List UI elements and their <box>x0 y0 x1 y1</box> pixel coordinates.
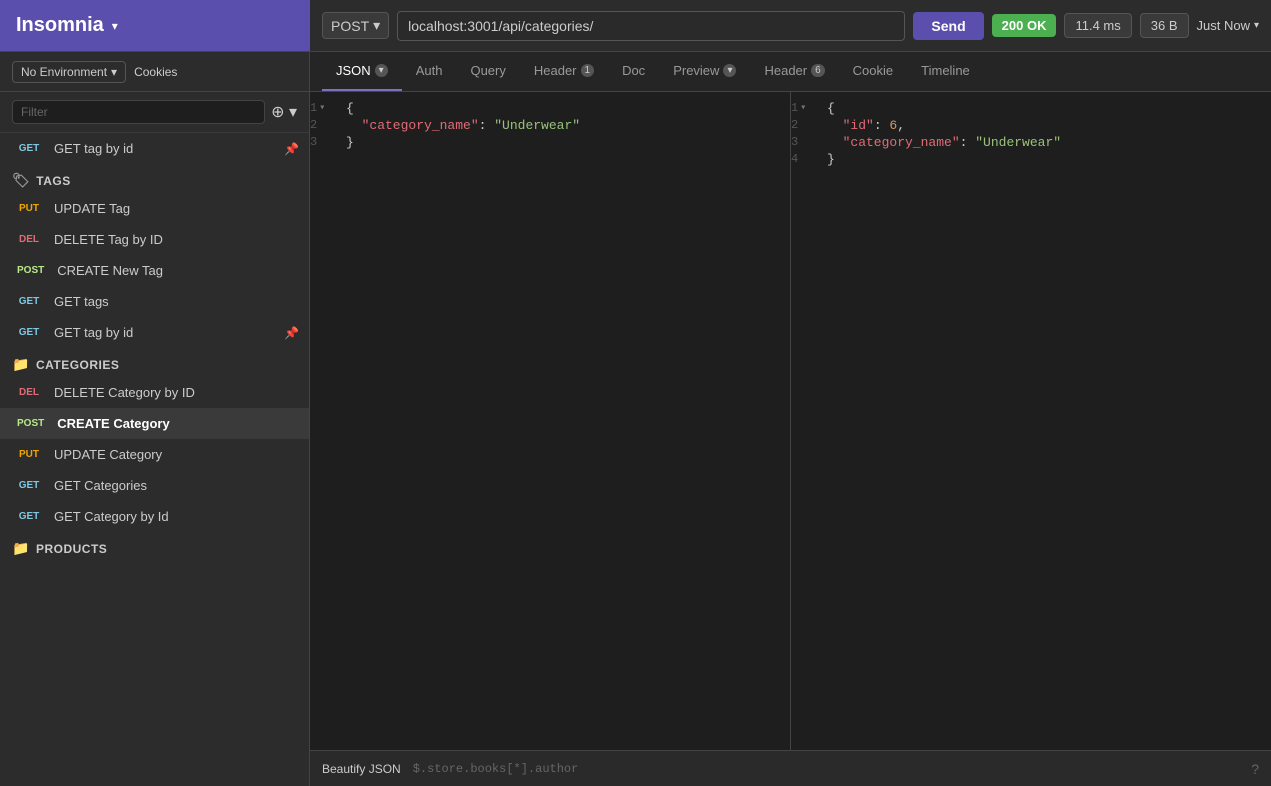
fold-arrow[interactable]: ▾ <box>800 102 806 114</box>
sidebar-item-label: GET Categories <box>54 478 147 493</box>
method-tag-post: POST <box>12 416 49 431</box>
cookies-button[interactable]: Cookies <box>134 65 177 79</box>
preview-line-4: 4 } <box>791 151 1271 168</box>
preview-line-1: 1 ▾ { <box>791 100 1271 117</box>
status-badge: 200 OK <box>992 14 1057 37</box>
timestamp: Just Now ▾ <box>1197 18 1260 33</box>
code-line-3: 3 } <box>310 134 790 151</box>
folder-categories[interactable]: 📁 CATEGORIES <box>0 348 309 377</box>
folder-categories-label: CATEGORIES <box>36 358 119 372</box>
filter-input[interactable] <box>12 100 265 124</box>
response-preview-editor[interactable]: 1 ▾ { 2 "id": 6, 3 "category_name": "Und… <box>791 92 1271 750</box>
size-badge: 36 B <box>1140 13 1189 38</box>
request-bar: POST ▾ Send 200 OK 11.4 ms 36 B Just Now… <box>310 11 1271 41</box>
sidebar-item-label: GET tag by id <box>54 325 133 340</box>
help-icon[interactable]: ? <box>1251 761 1259 777</box>
sidebar-item-label: DELETE Category by ID <box>54 385 195 400</box>
sidebar-item-delete-tag[interactable]: DEL DELETE Tag by ID <box>0 224 309 255</box>
send-button[interactable]: Send <box>913 12 983 40</box>
sidebar-item-label: DELETE Tag by ID <box>54 232 163 247</box>
sidebar-item-label: CREATE Category <box>57 416 169 431</box>
tab-doc[interactable]: Doc <box>608 52 659 91</box>
sidebar: ⊕ ▾ GET GET tag by id 📌 🏷 TAGS PUT UPDAT… <box>0 92 310 786</box>
method-tag-post: POST <box>12 263 49 278</box>
method-tag-del: DEL <box>12 232 46 247</box>
method-chevron-icon: ▾ <box>373 17 380 34</box>
environment-select[interactable]: No Environment ▾ <box>12 61 126 83</box>
timestamp-text: Just Now <box>1197 18 1250 33</box>
app-name: Insomnia <box>16 14 104 37</box>
sidebar-item-label: CREATE New Tag <box>57 263 163 278</box>
method-tag-get: GET <box>12 141 46 156</box>
url-input[interactable] <box>397 11 905 41</box>
sidebar-item-get-tag-by-id[interactable]: GET GET tag by id 📌 <box>0 317 309 348</box>
sidebar-item-label: GET tag by id <box>54 141 133 156</box>
request-body-editor[interactable]: 1 ▾ { 2 "category_name": "Underwear" 3 } <box>310 92 791 750</box>
fold-arrow[interactable]: ▾ <box>319 102 325 114</box>
tab-json[interactable]: JSON ▾ <box>322 52 402 91</box>
timestamp-chevron-icon: ▾ <box>1254 20 1259 31</box>
preview-line-2: 2 "id": 6, <box>791 117 1271 134</box>
method-value: POST <box>331 18 369 34</box>
sidebar-item-label: UPDATE Tag <box>54 201 130 216</box>
sidebar-item-label: GET Category by Id <box>54 509 169 524</box>
bottom-bar: Beautify JSON ? <box>310 750 1271 786</box>
method-tag-get: GET <box>12 509 46 524</box>
method-select[interactable]: POST ▾ <box>322 12 389 39</box>
sidebar-item-label: UPDATE Category <box>54 447 162 462</box>
method-tag-get: GET <box>12 478 46 493</box>
tab-preview[interactable]: Preview ▾ <box>659 52 750 91</box>
json-chevron-icon: ▾ <box>375 64 388 77</box>
folder-icon: 📁 <box>12 540 30 557</box>
pin-icon: 📌 <box>284 142 299 156</box>
method-tag-put: PUT <box>12 201 46 216</box>
logo-chevron-icon[interactable]: ▾ <box>112 19 118 33</box>
tab-header-6[interactable]: Header 6 <box>750 52 838 91</box>
folder-icon: 📁 <box>12 356 30 373</box>
folder-tags-label: TAGS <box>36 174 70 188</box>
sidebar-item-label: GET tags <box>54 294 109 309</box>
sidebar-item-create-tag[interactable]: POST CREATE New Tag <box>0 255 309 286</box>
method-tag-get: GET <box>12 294 46 309</box>
sidebar-item-update-tag[interactable]: PUT UPDATE Tag <box>0 193 309 224</box>
sidebar-filter-area: ⊕ ▾ <box>0 92 309 133</box>
logo-area: Insomnia ▾ <box>0 0 310 51</box>
time-badge: 11.4 ms <box>1064 13 1131 38</box>
folder-products-label: PRODUCTS <box>36 542 107 556</box>
env-label: No Environment <box>21 65 107 79</box>
tab-bar-right: JSON ▾ Auth Query Header 1 Doc Preview ▾… <box>310 52 1271 91</box>
preview-line-3: 3 "category_name": "Underwear" <box>791 134 1271 151</box>
code-line-2: 2 "category_name": "Underwear" <box>310 117 790 134</box>
sidebar-item-get-tags[interactable]: GET GET tags <box>0 286 309 317</box>
tab-cookie[interactable]: Cookie <box>839 52 907 91</box>
method-tag-del: DEL <box>12 385 46 400</box>
sidebar-item-update-category[interactable]: PUT UPDATE Category <box>0 439 309 470</box>
beautify-button[interactable]: Beautify JSON <box>322 762 401 776</box>
tab-query[interactable]: Query <box>456 52 519 91</box>
folder-products[interactable]: 📁 PRODUCTS <box>0 532 309 561</box>
code-line-1: 1 ▾ { <box>310 100 790 117</box>
folder-tags[interactable]: 🏷 TAGS <box>0 164 309 193</box>
jq-filter-input[interactable] <box>413 762 1240 776</box>
pin-icon: 📌 <box>284 326 299 340</box>
sidebar-item-get-category-by-id[interactable]: GET GET Category by Id <box>0 501 309 532</box>
tab-auth[interactable]: Auth <box>402 52 457 91</box>
env-chevron-icon: ▾ <box>111 65 117 79</box>
folder-icon: 🏷 <box>12 172 30 189</box>
sidebar-item-get-tag-pinned-top[interactable]: GET GET tag by id 📌 <box>0 133 309 164</box>
tab-bar-left: No Environment ▾ Cookies <box>0 52 310 91</box>
sidebar-item-create-category[interactable]: POST CREATE Category <box>0 408 309 439</box>
tab-header-1[interactable]: Header 1 <box>520 52 608 91</box>
editors: 1 ▾ { 2 "category_name": "Underwear" 3 } <box>310 92 1271 750</box>
content-pane: 1 ▾ { 2 "category_name": "Underwear" 3 } <box>310 92 1271 786</box>
method-tag-put: PUT <box>12 447 46 462</box>
sidebar-item-get-categories[interactable]: GET GET Categories <box>0 470 309 501</box>
sidebar-item-delete-category[interactable]: DEL DELETE Category by ID <box>0 377 309 408</box>
add-request-button[interactable]: ⊕ ▾ <box>271 102 297 122</box>
method-tag-get: GET <box>12 325 46 340</box>
tab-timeline[interactable]: Timeline <box>907 52 984 91</box>
